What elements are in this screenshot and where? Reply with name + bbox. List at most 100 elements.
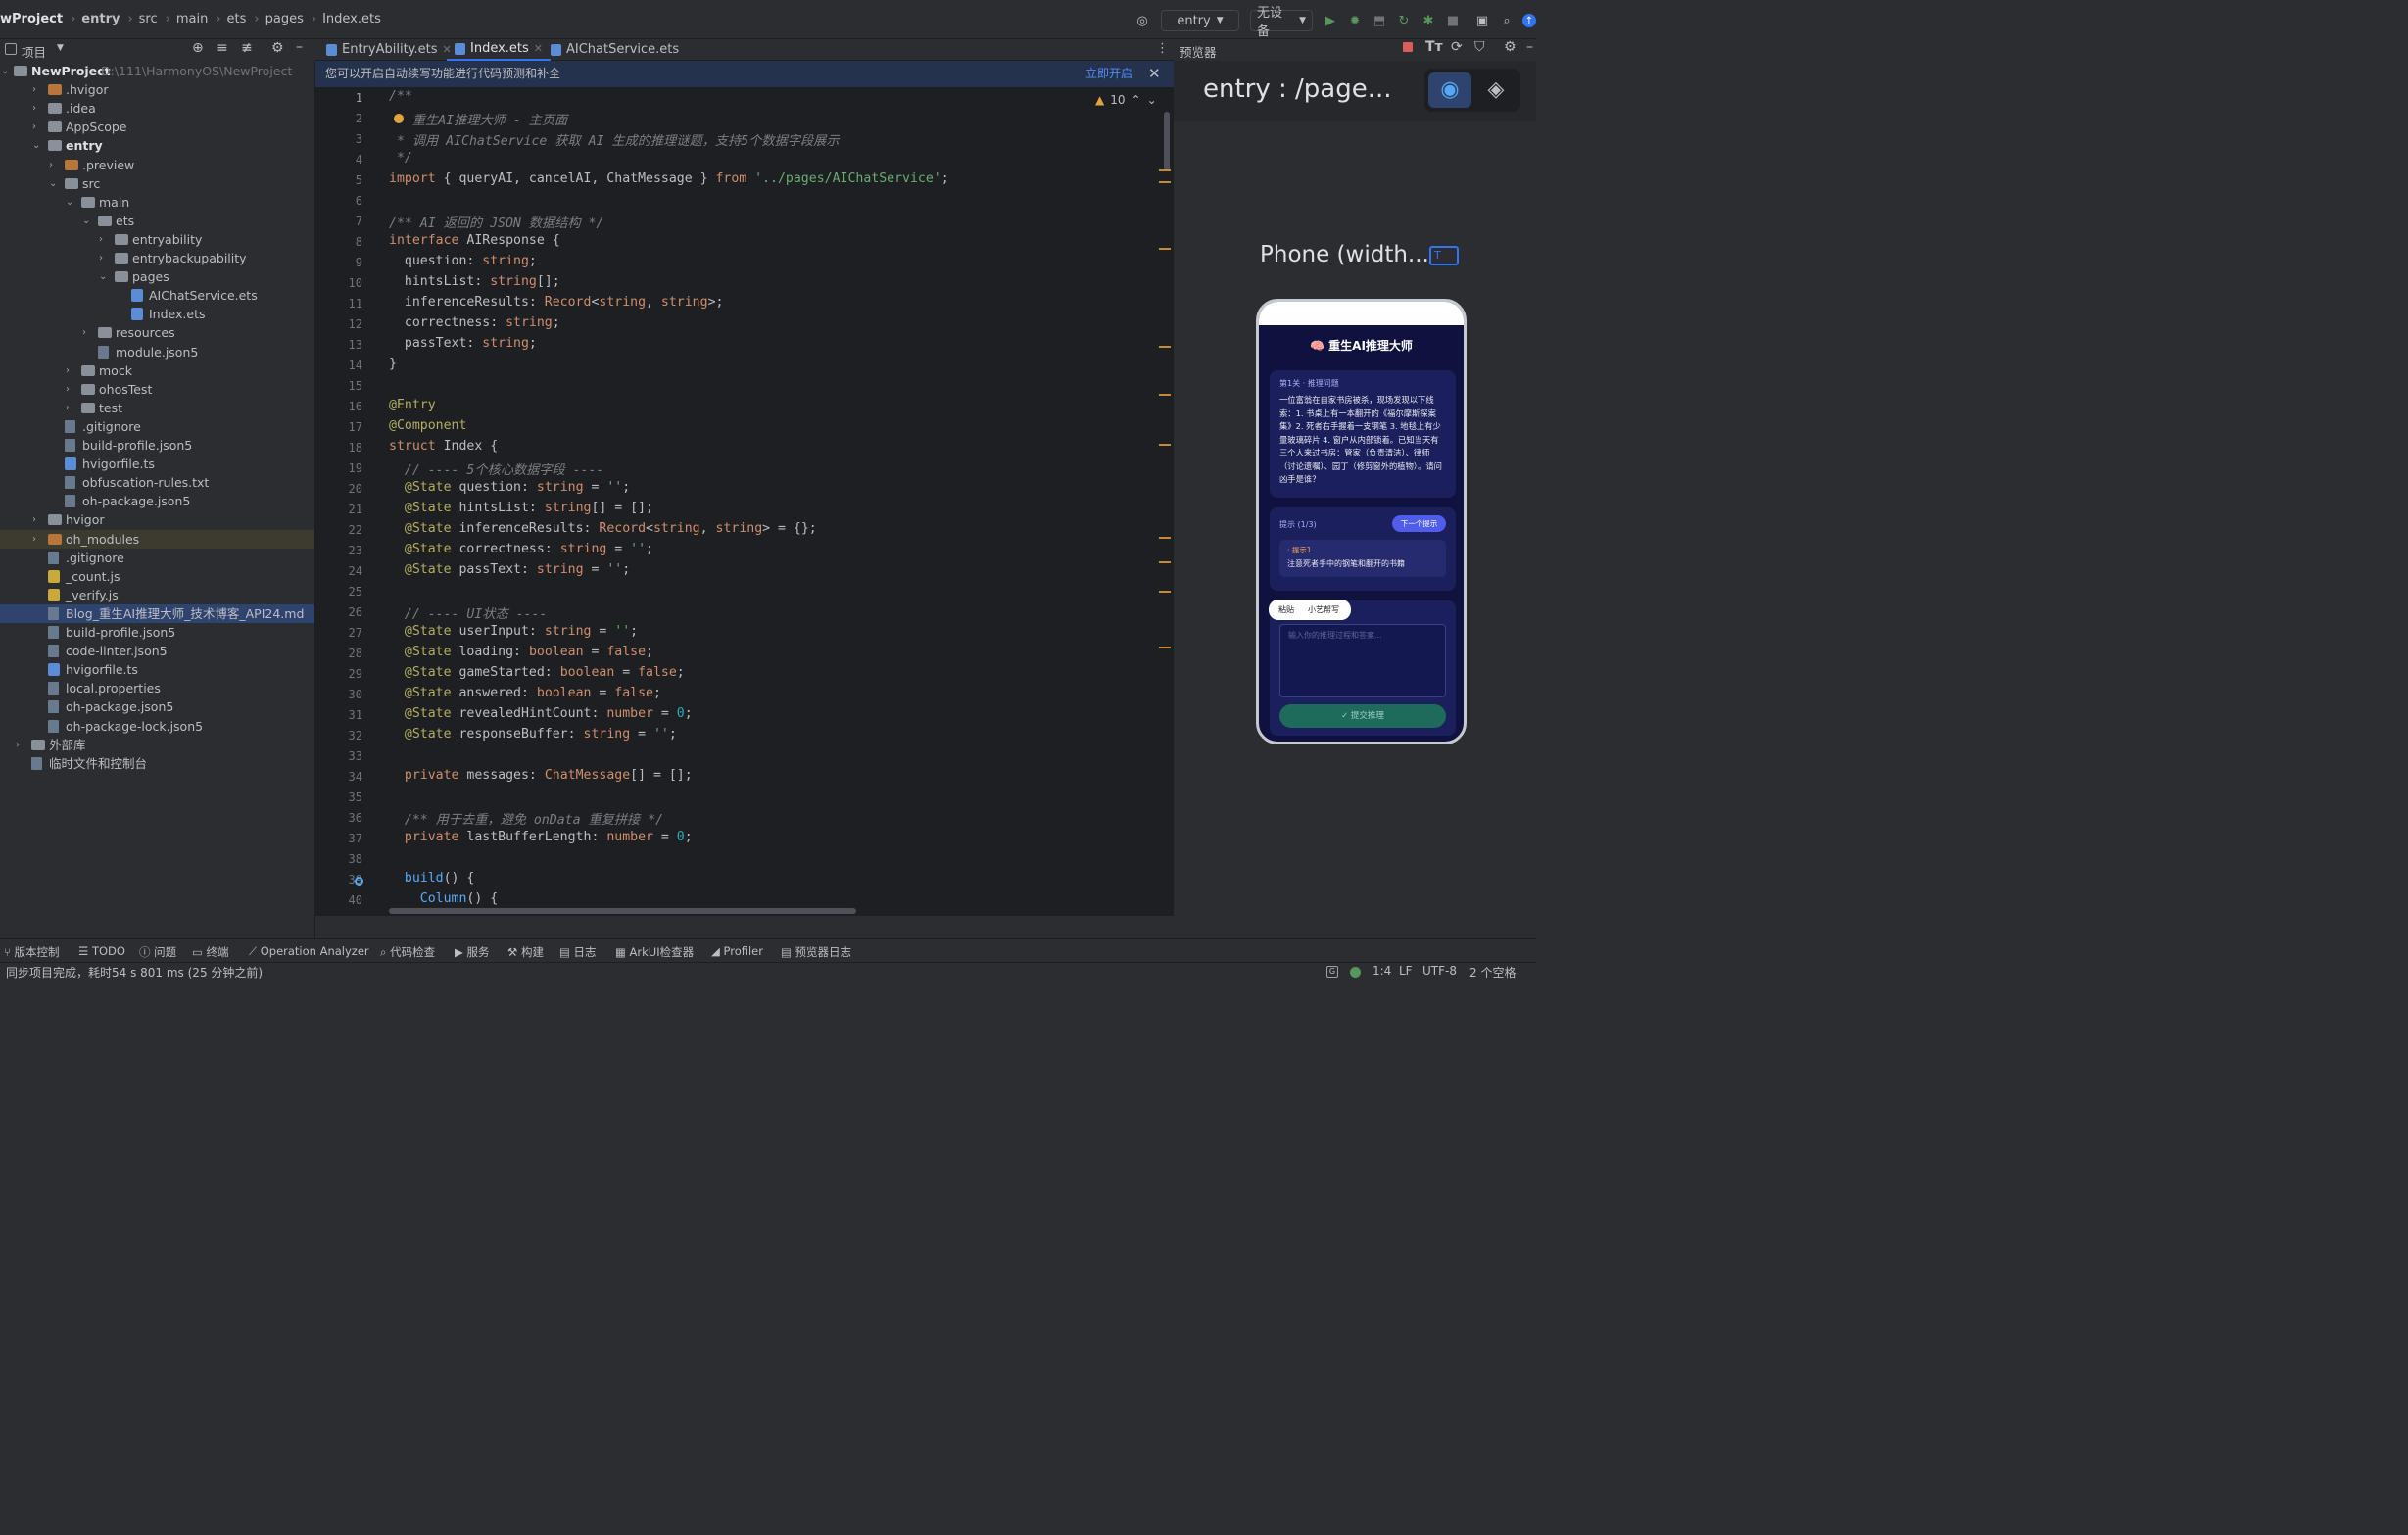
- chevron-right-icon[interactable]: ›: [32, 99, 42, 118]
- chevron-right-icon[interactable]: ›: [32, 530, 42, 549]
- tree-item[interactable]: › test: [0, 399, 314, 417]
- breadcrumb-main[interactable]: main: [176, 12, 208, 26]
- inspection-widget[interactable]: ▲ 10 ⌃ ⌄: [1095, 93, 1157, 107]
- code-line[interactable]: @State inferenceResults: Record<string, …: [389, 521, 817, 536]
- chevron-right-icon[interactable]: ›: [82, 323, 92, 342]
- line-separator[interactable]: LF: [1399, 964, 1413, 978]
- refresh-icon[interactable]: ⟳: [1451, 39, 1463, 55]
- layers-icon[interactable]: ◈: [1475, 72, 1517, 108]
- tree-item[interactable]: oh-package.json5: [0, 697, 314, 716]
- tree-item[interactable]: ⌄ entry: [0, 136, 314, 155]
- chevron-down-icon[interactable]: ⌄: [66, 193, 75, 212]
- code-line[interactable]: inferenceResults: Record<string, string>…: [389, 295, 724, 310]
- chevron-down-icon[interactable]: ⌄: [1147, 93, 1157, 107]
- tool-problems[interactable]: ⓘ 问题: [139, 944, 176, 960]
- code-line[interactable]: @State hintsList: string[] = [];: [389, 501, 653, 515]
- code-line[interactable]: * 调用 AIChatService 获取 AI 生成的推理谜题，支持5个数据字…: [389, 130, 840, 149]
- tab-entryability[interactable]: EntryAbility.ets ✕: [318, 39, 459, 61]
- warning-stripe[interactable]: [1159, 647, 1171, 648]
- file-encoding[interactable]: UTF-8: [1422, 964, 1457, 978]
- code-line[interactable]: passText: string;: [389, 336, 537, 351]
- code-line[interactable]: import { queryAI, cancelAI, ChatMessage …: [389, 171, 949, 186]
- chevron-right-icon[interactable]: ›: [16, 736, 25, 754]
- code-line[interactable]: // ---- UI状态 ----: [389, 603, 547, 622]
- lightbulb-icon[interactable]: [394, 114, 404, 123]
- chevron-right-icon[interactable]: ›: [32, 80, 42, 99]
- tree-item[interactable]: › entrybackupability: [0, 249, 314, 267]
- code-line[interactable]: private lastBufferLength: number = 0;: [389, 830, 693, 844]
- tree-item[interactable]: ⌄ pages: [0, 267, 314, 286]
- tree-item[interactable]: _count.js: [0, 567, 314, 586]
- text-icon[interactable]: T: [1429, 246, 1459, 265]
- ai-assistant-icon[interactable]: G: [1326, 966, 1338, 978]
- chevron-right-icon[interactable]: ›: [66, 380, 75, 399]
- tree-item[interactable]: oh-package-lock.json5: [0, 717, 314, 736]
- code-line[interactable]: hintsList: string[];: [389, 274, 560, 289]
- code-line[interactable]: /** 用于去重，避免 onData 重复拼接 */: [389, 809, 663, 828]
- device-manager-icon[interactable]: ▣: [1474, 10, 1490, 31]
- tree-item[interactable]: hvigorfile.ts: [0, 660, 314, 679]
- code-line[interactable]: struct Index {: [389, 439, 498, 454]
- reload-icon[interactable]: ↻: [1396, 10, 1412, 31]
- eye-icon[interactable]: ◉: [1428, 72, 1471, 108]
- tool-services[interactable]: ▶ 服务: [455, 944, 490, 960]
- chevron-down-icon[interactable]: ⌄: [82, 212, 92, 230]
- paste-chip[interactable]: 粘贴: [1278, 604, 1294, 615]
- tree-item[interactable]: 临时文件和控制台: [0, 754, 314, 773]
- code-line[interactable]: interface AIResponse {: [389, 233, 560, 248]
- xiaoyi-write-chip[interactable]: 小艺帮写: [1308, 604, 1339, 615]
- tree-root[interactable]: ⌄ NewProject D:\111\HarmonyOS\NewProject: [0, 62, 314, 80]
- run-config-dropdown[interactable]: entry ▼: [1161, 10, 1239, 31]
- close-icon[interactable]: ✕: [534, 39, 543, 59]
- tool-vcs[interactable]: ⑂ 版本控制: [4, 944, 60, 960]
- tree-item[interactable]: › mock: [0, 361, 314, 380]
- warning-stripe[interactable]: [1159, 394, 1171, 396]
- chevron-up-icon[interactable]: ⌃: [1132, 93, 1141, 107]
- tree-item[interactable]: ⌄ ets: [0, 212, 314, 230]
- tree-item[interactable]: AIChatService.ets: [0, 286, 314, 305]
- code-line[interactable]: @Component: [389, 418, 466, 433]
- minimize-icon[interactable]: –: [1526, 39, 1533, 55]
- tool-previewer-log[interactable]: ▤ 预览器日志: [781, 944, 851, 960]
- breadcrumb-project[interactable]: wProject: [0, 12, 63, 26]
- more-tabs-icon[interactable]: ⋮: [1156, 41, 1169, 56]
- next-hint-button[interactable]: 下一个提示: [1392, 515, 1446, 532]
- horizontal-scrollbar[interactable]: [389, 908, 856, 914]
- chevron-right-icon[interactable]: ›: [66, 361, 75, 380]
- tree-item[interactable]: _verify.js: [0, 586, 314, 604]
- code-line[interactable]: // ---- 5个核心数据字段 ----: [389, 459, 603, 478]
- code-line[interactable]: correctness: string;: [389, 315, 560, 330]
- pin-icon[interactable]: ⛉: [1474, 39, 1485, 55]
- breadcrumb-pages[interactable]: pages: [265, 12, 304, 26]
- tree-item[interactable]: › ohosTest: [0, 380, 314, 399]
- code-line[interactable]: @State correctness: string = '';: [389, 542, 653, 556]
- stop-icon[interactable]: ■: [1445, 10, 1461, 31]
- chevron-right-icon[interactable]: ›: [66, 399, 75, 417]
- stop-preview-icon[interactable]: [1403, 42, 1413, 52]
- banner-enable-link[interactable]: 立即开启: [1085, 61, 1132, 87]
- update-icon[interactable]: ↑: [1522, 14, 1536, 27]
- tree-item[interactable]: obfuscation-rules.txt: [0, 473, 314, 492]
- code-line[interactable]: /** AI 返回的 JSON 数据结构 */: [389, 213, 603, 231]
- collapse-all-icon[interactable]: ≢: [241, 40, 253, 56]
- tree-item[interactable]: hvigorfile.ts: [0, 455, 314, 473]
- tool-log[interactable]: ▤ 日志: [559, 944, 597, 960]
- font-size-icon[interactable]: Tт: [1425, 39, 1443, 55]
- caret-position[interactable]: 1:4: [1373, 964, 1391, 978]
- code-line[interactable]: @State userInput: string = '';: [389, 624, 638, 639]
- tree-item[interactable]: code-linter.json5: [0, 642, 314, 660]
- tree-item[interactable]: local.properties: [0, 679, 314, 697]
- search-icon[interactable]: ⌕: [1499, 10, 1515, 31]
- tree-item[interactable]: .gitignore: [0, 417, 314, 436]
- chevron-down-icon[interactable]: ▼: [57, 43, 64, 53]
- tree-item[interactable]: › hvigor: [0, 510, 314, 529]
- tree-item[interactable]: › 外部库: [0, 736, 314, 754]
- warning-stripe[interactable]: [1159, 561, 1171, 563]
- tree-item[interactable]: build-profile.json5: [0, 623, 314, 642]
- device-dropdown[interactable]: 无设备 ▼: [1250, 6, 1313, 39]
- warning-stripe[interactable]: [1159, 444, 1171, 446]
- code-line[interactable]: /**: [389, 89, 412, 104]
- gear-icon[interactable]: ⚙: [1504, 39, 1517, 55]
- target-icon[interactable]: ◎: [1134, 10, 1150, 31]
- tree-item[interactable]: build-profile.json5: [0, 436, 314, 455]
